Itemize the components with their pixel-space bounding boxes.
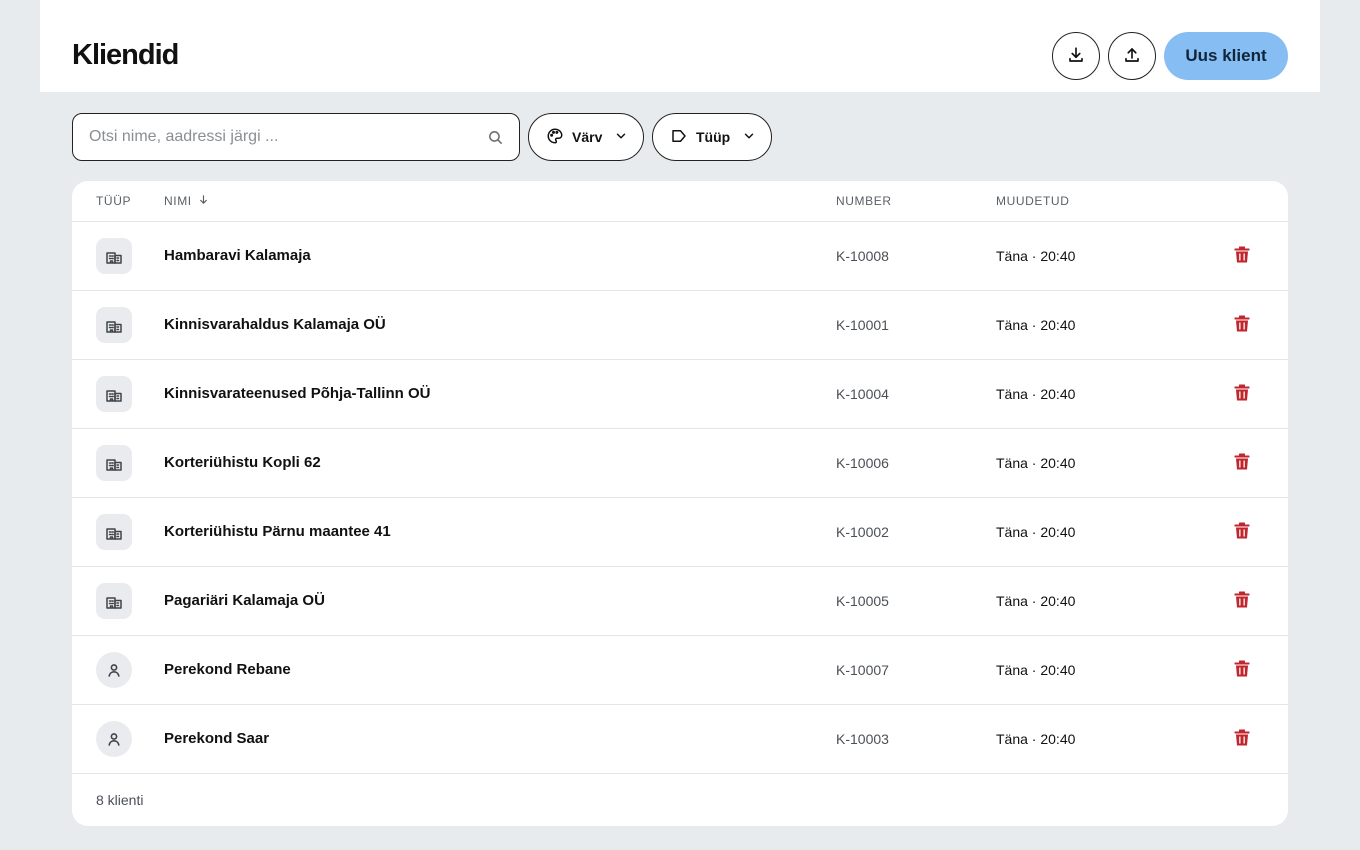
trash-icon xyxy=(1234,660,1250,682)
chevron-down-icon xyxy=(614,129,628,146)
tag-icon xyxy=(670,127,688,148)
client-modified: Täna · 20:40 xyxy=(996,662,1076,678)
chevron-down-icon xyxy=(742,129,756,146)
client-modified: Täna · 20:40 xyxy=(996,386,1076,402)
delete-button[interactable] xyxy=(1230,660,1254,682)
company-type-badge xyxy=(96,445,132,481)
download-icon xyxy=(1067,46,1085,67)
client-name: Hambaravi Kalamaja xyxy=(164,247,311,264)
upload-icon xyxy=(1123,46,1141,67)
client-number: K-10002 xyxy=(836,524,889,540)
page-title: Kliendid xyxy=(72,39,179,71)
delete-button[interactable] xyxy=(1230,246,1254,268)
column-header-type: TÜÜP xyxy=(96,194,132,208)
trash-icon xyxy=(1234,246,1250,268)
table-row[interactable]: Kinnisvarateenused Põhja-Tallinn OÜ K-10… xyxy=(72,360,1288,429)
search-input[interactable] xyxy=(89,114,479,160)
client-name: Kinnisvarateenused Põhja-Tallinn OÜ xyxy=(164,385,431,402)
palette-icon xyxy=(546,127,564,148)
download-button[interactable] xyxy=(1052,32,1100,80)
company-type-badge xyxy=(96,238,132,274)
client-modified: Täna · 20:40 xyxy=(996,317,1076,333)
company-type-badge xyxy=(96,514,132,550)
client-number: K-10001 xyxy=(836,317,889,333)
delete-button[interactable] xyxy=(1230,453,1254,475)
person-type-badge xyxy=(96,721,132,757)
building-icon xyxy=(106,318,122,333)
trash-icon xyxy=(1234,315,1250,337)
color-filter-button[interactable]: Värv xyxy=(528,113,644,161)
client-name: Korteriühistu Pärnu maantee 41 xyxy=(164,523,391,540)
client-number: K-10003 xyxy=(836,731,889,747)
search-field[interactable] xyxy=(72,113,520,161)
company-type-badge xyxy=(96,583,132,619)
person-icon xyxy=(107,732,121,746)
table-row[interactable]: Perekond Rebane K-10007 Täna · 20:40 xyxy=(72,636,1288,705)
trash-icon xyxy=(1234,522,1250,544)
delete-button[interactable] xyxy=(1230,729,1254,751)
column-header-name[interactable]: NIMI xyxy=(164,194,209,208)
client-name: Perekond Rebane xyxy=(164,661,291,678)
sort-arrow-down-icon xyxy=(198,194,209,208)
client-number: K-10004 xyxy=(836,386,889,402)
table-row[interactable]: Perekond Saar K-10003 Täna · 20:40 xyxy=(72,705,1288,774)
table-row[interactable]: Kinnisvarahaldus Kalamaja OÜ K-10001 Tän… xyxy=(72,291,1288,360)
building-icon xyxy=(106,249,122,264)
page-header: Kliendid Uus klient xyxy=(40,0,1320,92)
client-modified: Täna · 20:40 xyxy=(996,731,1076,747)
client-name: Perekond Saar xyxy=(164,730,270,747)
trash-icon xyxy=(1234,384,1250,406)
trash-icon xyxy=(1234,729,1250,751)
client-modified: Täna · 20:40 xyxy=(996,524,1076,540)
client-number: K-10005 xyxy=(836,593,889,609)
person-type-badge xyxy=(96,652,132,688)
building-icon xyxy=(106,387,122,402)
client-modified: Täna · 20:40 xyxy=(996,248,1076,264)
table-row[interactable]: Korteriühistu Pärnu maantee 41 K-10002 T… xyxy=(72,498,1288,567)
delete-button[interactable] xyxy=(1230,315,1254,337)
building-icon xyxy=(106,525,122,540)
table-row[interactable]: Korteriühistu Kopli 62 K-10006 Täna · 20… xyxy=(72,429,1288,498)
client-number: K-10006 xyxy=(836,455,889,471)
clients-table: TÜÜP NIMI NUMBER MUUDETUD Hambaravi Kala… xyxy=(72,181,1288,826)
client-name: Korteriühistu Kopli 62 xyxy=(164,454,321,471)
delete-button[interactable] xyxy=(1230,522,1254,544)
column-header-name-label: NIMI xyxy=(164,194,192,208)
table-row[interactable]: Hambaravi Kalamaja K-10008 Täna · 20:40 xyxy=(72,222,1288,291)
company-type-badge xyxy=(96,376,132,412)
delete-button[interactable] xyxy=(1230,591,1254,613)
client-modified: Täna · 20:40 xyxy=(996,593,1076,609)
person-icon xyxy=(107,663,121,677)
delete-button[interactable] xyxy=(1230,384,1254,406)
client-name: Kinnisvarahaldus Kalamaja OÜ xyxy=(164,316,386,333)
building-icon xyxy=(106,456,122,471)
column-header-number: NUMBER xyxy=(836,194,892,208)
trash-icon xyxy=(1234,591,1250,613)
type-filter-label: Tüüp xyxy=(696,129,731,145)
client-number: K-10007 xyxy=(836,662,889,678)
search-icon xyxy=(487,129,504,151)
new-client-button[interactable]: Uus klient xyxy=(1164,32,1288,80)
company-type-badge xyxy=(96,307,132,343)
table-row[interactable]: Pagariäri Kalamaja OÜ K-10005 Täna · 20:… xyxy=(72,567,1288,636)
client-count: 8 klienti xyxy=(96,792,144,808)
upload-button[interactable] xyxy=(1108,32,1156,80)
column-header-modified: MUUDETUD xyxy=(996,194,1070,208)
client-number: K-10008 xyxy=(836,248,889,264)
building-icon xyxy=(106,594,122,609)
client-modified: Täna · 20:40 xyxy=(996,455,1076,471)
type-filter-button[interactable]: Tüüp xyxy=(652,113,772,161)
table-header: TÜÜP NIMI NUMBER MUUDETUD xyxy=(72,181,1288,222)
trash-icon xyxy=(1234,453,1250,475)
color-filter-label: Värv xyxy=(572,129,603,145)
client-name: Pagariäri Kalamaja OÜ xyxy=(164,592,325,609)
